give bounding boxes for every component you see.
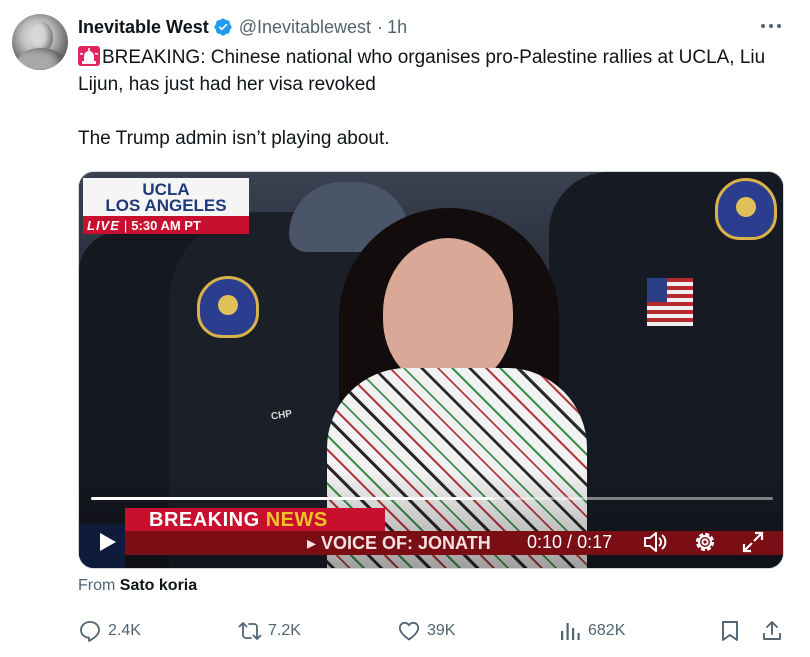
avatar[interactable] bbox=[12, 14, 68, 70]
repost-count: 7.2K bbox=[268, 622, 301, 639]
ticker-text: ▸ VOICE OF: JONATH bbox=[307, 533, 491, 553]
fullscreen-expand-icon[interactable] bbox=[739, 528, 767, 556]
verified-badge-icon bbox=[214, 18, 232, 36]
video-current-time: 0:10 bbox=[527, 532, 563, 552]
settings-gear-icon[interactable] bbox=[691, 528, 719, 556]
us-flag-patch bbox=[647, 278, 693, 326]
video-progress-bar[interactable] bbox=[91, 497, 773, 500]
video-time-separator: / bbox=[562, 532, 578, 552]
tweet-line-2: The Trump admin isn’t playing about. bbox=[78, 128, 390, 149]
breaking-news-banner: BREAKING NEWS bbox=[125, 508, 385, 532]
more-dot bbox=[777, 24, 781, 28]
time-separator: · bbox=[377, 16, 384, 37]
location-bug: UCLA LOS ANGELES LIVE | 5:30 AM PT bbox=[83, 178, 249, 234]
more-dot bbox=[761, 24, 765, 28]
like-count: 39K bbox=[427, 622, 456, 639]
tweet[interactable]: Inevitable West @Inevitablewest · 1h BRE… bbox=[0, 0, 810, 657]
repost-button[interactable]: 7.2K bbox=[238, 614, 301, 648]
video-source-attribution: From Sato koria bbox=[78, 577, 197, 595]
heart-icon bbox=[398, 621, 420, 641]
live-bar: LIVE | 5:30 AM PT bbox=[83, 216, 249, 234]
tweet-actions-bar: 2.4K 7.2K 39K 682K bbox=[0, 614, 810, 648]
breaking-word: BREAKING bbox=[149, 509, 260, 531]
tweet-header: Inevitable West @Inevitablewest · 1h bbox=[78, 15, 407, 39]
news-word: NEWS bbox=[265, 509, 328, 531]
handle[interactable]: @Inevitablewest bbox=[239, 17, 371, 38]
tweet-line-1-text: BREAKING: Chinese national who organises… bbox=[78, 47, 766, 95]
views-count: 682K bbox=[588, 622, 626, 639]
more-dot bbox=[769, 24, 773, 28]
views-chart-icon bbox=[561, 623, 580, 640]
video-progress-fill bbox=[91, 497, 494, 500]
avatar-statue-shoulders bbox=[18, 48, 64, 70]
source-prefix: From bbox=[78, 577, 116, 594]
like-button[interactable]: 39K bbox=[397, 614, 455, 648]
volume-icon[interactable] bbox=[641, 528, 669, 556]
tweet-line-1: BREAKING: Chinese national who organises… bbox=[78, 44, 778, 98]
views-button[interactable]: 682K bbox=[558, 614, 625, 648]
person-face bbox=[383, 238, 513, 388]
live-separator: | bbox=[123, 217, 128, 233]
video-duration: 0:17 bbox=[577, 532, 613, 552]
ticker-bar: ▸ VOICE OF: JONATH bbox=[125, 531, 783, 555]
siren-icon bbox=[78, 46, 100, 66]
reply-icon bbox=[80, 621, 100, 642]
play-icon[interactable] bbox=[95, 530, 119, 554]
police-badge-right bbox=[715, 178, 777, 240]
police-badge-left bbox=[197, 276, 259, 338]
breaking-news-text: BREAKING NEWS bbox=[149, 508, 328, 532]
more-options-icon[interactable] bbox=[758, 16, 784, 36]
reply-button[interactable]: 2.4K bbox=[78, 614, 141, 648]
repost-icon bbox=[238, 622, 262, 640]
reply-count: 2.4K bbox=[108, 622, 141, 639]
video-player[interactable]: CHP UCLA LOS ANGELES LIVE | 5:30 AM PT B… bbox=[78, 171, 784, 569]
video-time: 0:10 / 0:17 bbox=[527, 530, 612, 554]
live-tag: LIVE bbox=[87, 217, 120, 233]
bookmark-icon[interactable] bbox=[718, 619, 742, 643]
live-time: 5:30 AM PT bbox=[131, 217, 201, 233]
display-name[interactable]: Inevitable West bbox=[78, 17, 209, 38]
location-line-2: LOS ANGELES bbox=[105, 196, 227, 215]
tweet-text: BREAKING: Chinese national who organises… bbox=[78, 44, 778, 152]
share-icon[interactable] bbox=[760, 619, 784, 643]
timestamp[interactable]: 1h bbox=[387, 17, 407, 38]
source-name[interactable]: Sato koria bbox=[120, 577, 197, 594]
